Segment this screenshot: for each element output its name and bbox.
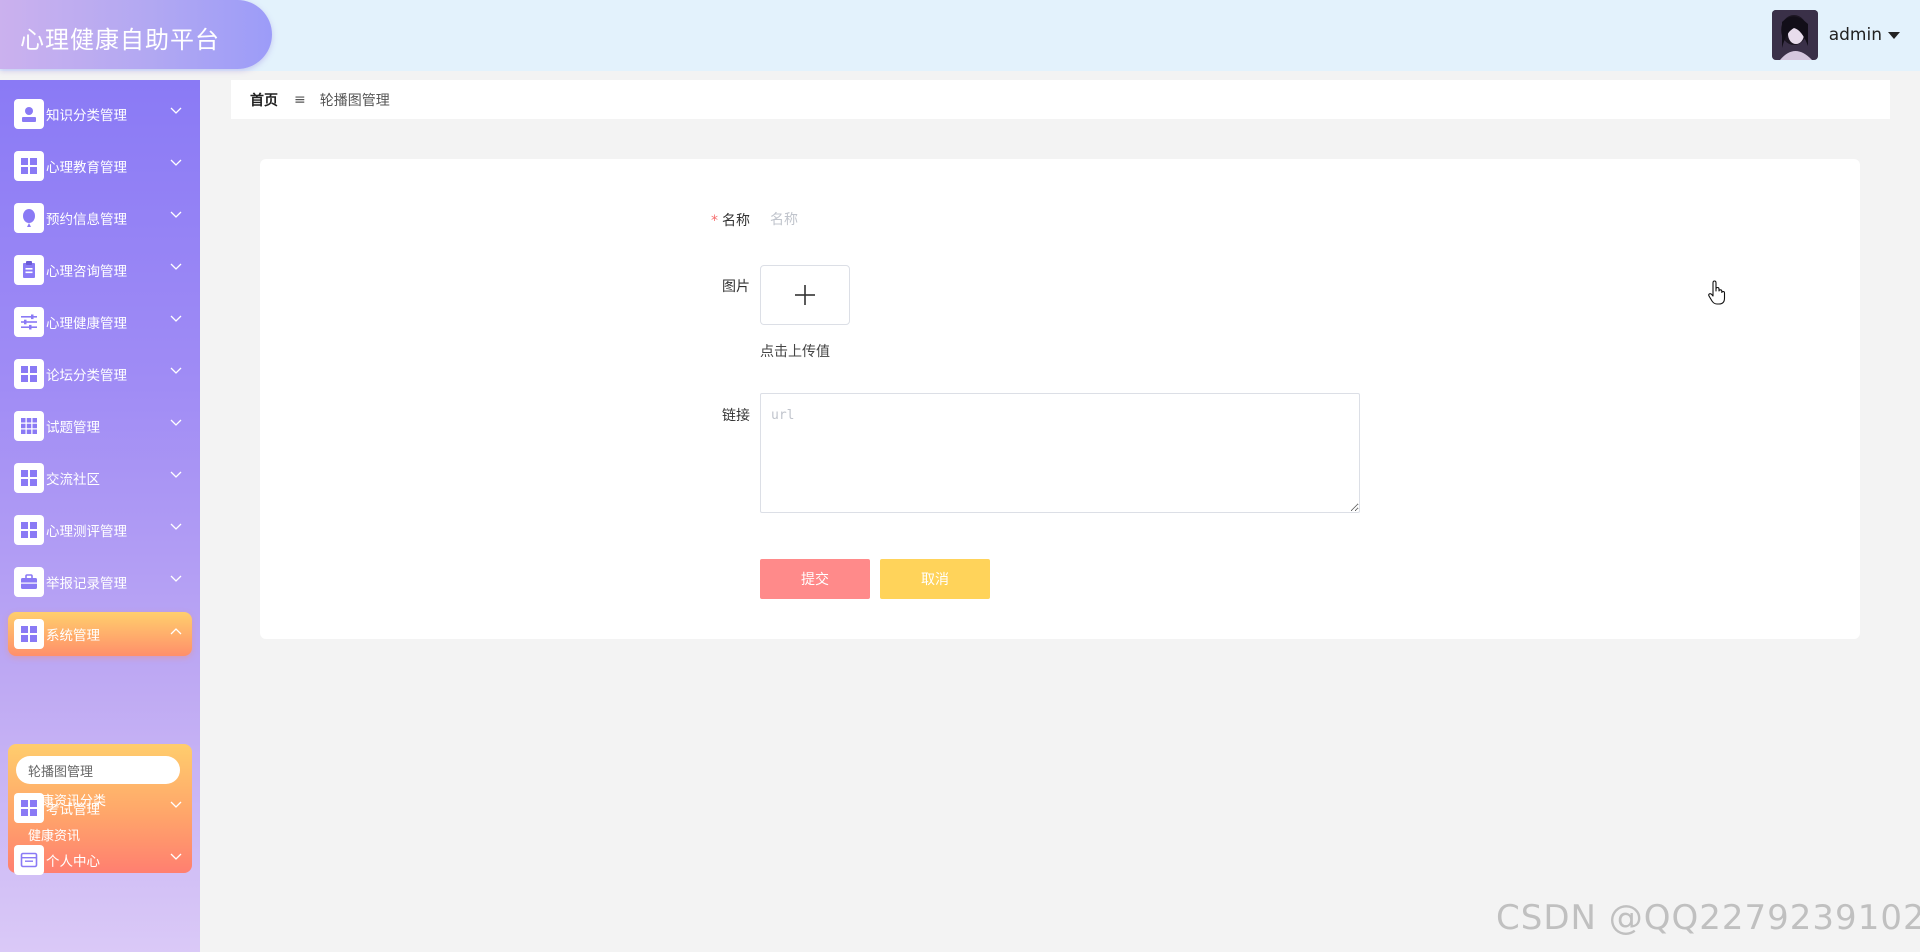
submenu-item-carousel[interactable]: 轮播图管理 <box>16 756 180 784</box>
cancel-button[interactable]: 取消 <box>880 559 990 599</box>
sidebar-item-label: 知识分类管理 <box>46 108 127 124</box>
sidebar-item-knowledge-category[interactable]: 知识分类管理 <box>8 92 192 136</box>
chevron-down-icon <box>170 159 182 167</box>
breadcrumb: 首页 ≡ 轮播图管理 <box>231 80 1890 119</box>
sidebar-item-label: 考试管理 <box>46 802 100 818</box>
sidebar-item-label: 个人中心 <box>46 854 100 870</box>
chevron-up-icon <box>170 627 182 635</box>
sidebar-item-system[interactable]: 系统管理 <box>8 612 192 656</box>
chevron-down-icon <box>170 471 182 479</box>
sidebar-item-report-records[interactable]: 举报记录管理 <box>8 560 192 604</box>
name-input[interactable] <box>770 207 1100 233</box>
grid-nine-icon <box>14 411 44 441</box>
user-menu[interactable]: admin <box>1771 10 1900 60</box>
balloon-icon <box>14 203 44 233</box>
submit-button[interactable]: 提交 <box>760 559 870 599</box>
chevron-down-icon <box>170 107 182 115</box>
chevron-down-icon <box>170 263 182 271</box>
breadcrumb-current: 轮播图管理 <box>319 92 390 109</box>
grid-icon <box>14 515 44 545</box>
required-mark: * <box>711 213 718 229</box>
sidebar-item-psych-education[interactable]: 心理教育管理 <box>8 144 192 188</box>
briefcase-icon <box>14 567 44 597</box>
sidebar-item-label: 心理测评管理 <box>46 524 127 540</box>
grid-icon <box>14 463 44 493</box>
sidebar: 知识分类管理 心理教育管理 预约信息管理 心理咨询管理 心理健康管理 论坛分类管… <box>0 80 200 952</box>
breadcrumb-home[interactable]: 首页 <box>250 90 278 110</box>
grid-icon <box>14 151 44 181</box>
upload-hint: 点击上传值 <box>760 344 830 360</box>
breadcrumb-separator: ≡ <box>294 91 306 108</box>
chevron-down-icon <box>170 211 182 219</box>
top-header: 心理健康自助平台 admin <box>0 0 1920 71</box>
sidebar-item-label: 心理健康管理 <box>46 316 127 332</box>
chevron-down-icon <box>170 801 182 809</box>
sidebar-item-personal-center[interactable]: 个人中心 <box>8 838 192 882</box>
name-label: * 名称 <box>650 210 750 230</box>
sidebar-item-community[interactable]: 交流社区 <box>8 456 192 500</box>
sidebar-item-label: 心理教育管理 <box>46 160 127 176</box>
carousel-form-card: *名称 图片 点击上传值 链接 提交 取消 <box>260 159 1860 639</box>
sidebar-item-label: 试题管理 <box>46 420 100 436</box>
link-label: 链接 <box>722 408 750 424</box>
chevron-down-icon <box>170 315 182 323</box>
chevron-down-icon <box>170 367 182 375</box>
chevron-down-icon <box>170 419 182 427</box>
sidebar-item-label: 论坛分类管理 <box>46 368 127 384</box>
caret-down-icon[interactable] <box>1888 31 1900 39</box>
grid-icon <box>14 359 44 389</box>
username[interactable]: admin <box>1829 25 1882 45</box>
name-label-text: 名称 <box>722 213 750 229</box>
plus-icon <box>794 284 816 306</box>
chevron-down-icon <box>170 853 182 861</box>
sidebar-item-appointment[interactable]: 预约信息管理 <box>8 196 192 240</box>
sidebar-item-exam[interactable]: 考试管理 <box>8 786 192 830</box>
app-title: 心理健康自助平台 <box>20 26 220 54</box>
sliders-icon <box>14 307 44 337</box>
sidebar-item-questions[interactable]: 试题管理 <box>8 404 192 448</box>
sidebar-item-forum-category[interactable]: 论坛分类管理 <box>8 352 192 396</box>
sidebar-item-label: 交流社区 <box>46 472 100 488</box>
sidebar-item-label: 心理咨询管理 <box>46 264 127 280</box>
grid-icon <box>14 619 44 649</box>
image-label: 图片 <box>722 279 750 295</box>
window-icon <box>14 845 44 875</box>
image-upload-button[interactable] <box>760 265 850 325</box>
chevron-down-icon <box>170 575 182 583</box>
grid-icon <box>14 793 44 823</box>
sidebar-item-label: 预约信息管理 <box>46 212 127 228</box>
link-textarea[interactable] <box>760 393 1360 513</box>
sidebar-item-assessment[interactable]: 心理测评管理 <box>8 508 192 552</box>
sidebar-item-label: 系统管理 <box>46 628 100 644</box>
user-badge-icon <box>14 99 44 129</box>
sidebar-item-mental-health[interactable]: 心理健康管理 <box>8 300 192 344</box>
sidebar-item-label: 举报记录管理 <box>46 576 127 592</box>
clipboard-icon <box>14 255 44 285</box>
hand-cursor-icon <box>1707 280 1727 306</box>
sidebar-item-counseling[interactable]: 心理咨询管理 <box>8 248 192 292</box>
chevron-down-icon <box>170 523 182 531</box>
watermark: CSDN @QQ2279239102 <box>1496 898 1920 938</box>
avatar[interactable] <box>1771 10 1818 60</box>
brand-banner: 心理健康自助平台 <box>0 0 272 69</box>
